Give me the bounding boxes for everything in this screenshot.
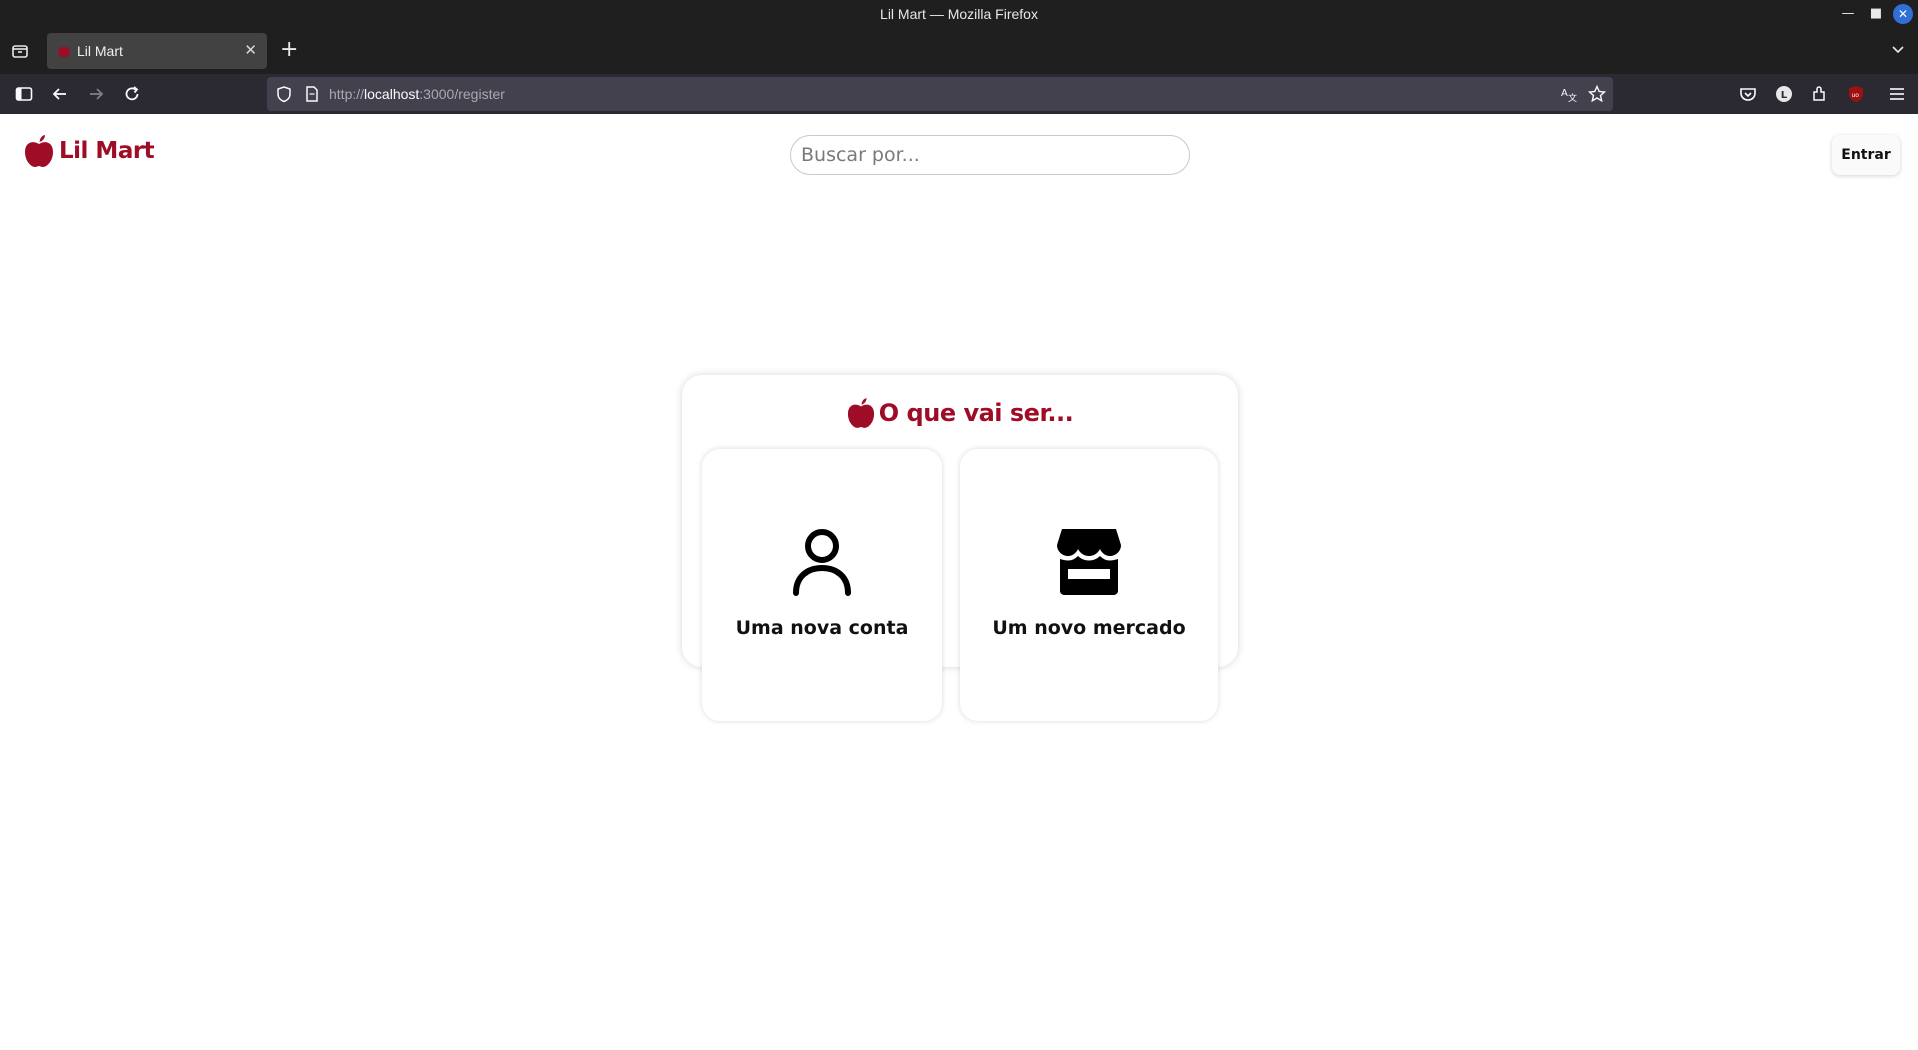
brand-name: Lil Mart <box>59 138 155 164</box>
apple-favicon-icon <box>58 46 70 58</box>
account-icon[interactable]: L <box>1774 84 1794 104</box>
tab-title: Lil Mart <box>77 43 123 59</box>
apple-icon <box>25 135 53 167</box>
url-prefix: http:// <box>329 86 365 102</box>
bookmark-star-icon[interactable] <box>1588 85 1606 103</box>
tab-strip: Lil Mart ✕ + <box>0 28 1918 74</box>
page-info-icon[interactable] <box>303 85 321 103</box>
maximize-button[interactable]: ■ <box>1866 4 1886 24</box>
back-arrow-icon[interactable] <box>50 84 70 104</box>
ublock-icon[interactable]: uo <box>1846 84 1866 104</box>
page-content: Lil Mart Entrar O que vai ser... Uma nov… <box>0 114 1918 1050</box>
new-account-label: Uma nova conta <box>735 617 909 639</box>
tab-list-icon[interactable] <box>10 41 30 61</box>
search-input[interactable] <box>790 135 1190 175</box>
shield-icon[interactable] <box>275 85 293 103</box>
chevron-down-icon[interactable] <box>1890 42 1906 58</box>
forward-arrow-icon[interactable] <box>86 84 106 104</box>
minimize-button[interactable]: — <box>1838 4 1858 24</box>
svg-text:A: A <box>1561 88 1568 99</box>
user-icon <box>793 529 851 596</box>
url-host: localhost <box>364 86 420 102</box>
register-card: O que vai ser... Uma nova conta Um novo … <box>682 375 1238 721</box>
address-bar[interactable]: http://localhost:3000/register A 文 <box>267 77 1613 111</box>
new-tab-button[interactable]: + <box>280 38 298 62</box>
login-button[interactable]: Entrar <box>1832 135 1900 175</box>
pocket-icon[interactable] <box>1738 84 1758 104</box>
reload-icon[interactable] <box>122 84 142 104</box>
menu-icon[interactable] <box>1887 84 1907 104</box>
close-window-button[interactable]: ✕ <box>1893 4 1913 24</box>
url-path: :3000/register <box>419 86 505 102</box>
brand-logo[interactable]: Lil Mart <box>24 134 155 168</box>
window-title: Lil Mart — Mozilla Firefox <box>880 6 1038 22</box>
sidebar-icon[interactable] <box>14 84 34 104</box>
new-market-label: Um novo mercado <box>992 617 1186 639</box>
svg-text:uo: uo <box>1852 92 1860 99</box>
new-market-option[interactable]: Um novo mercado <box>960 449 1218 721</box>
register-heading: O que vai ser... <box>682 397 1238 429</box>
extensions-icon[interactable] <box>1810 84 1830 104</box>
svg-text:L: L <box>1781 90 1788 101</box>
svg-text:文: 文 <box>1568 92 1577 103</box>
url-text[interactable]: http://localhost:3000/register <box>329 86 505 102</box>
browser-tab[interactable]: Lil Mart ✕ <box>47 33 267 69</box>
translate-icon[interactable]: A 文 <box>1560 85 1578 103</box>
register-heading-text: O que vai ser... <box>878 399 1074 427</box>
store-icon <box>1057 529 1121 595</box>
new-account-option[interactable]: Uma nova conta <box>702 449 942 721</box>
window-titlebar: Lil Mart — Mozilla Firefox — ■ ✕ <box>0 0 1918 28</box>
apple-icon <box>847 398 874 428</box>
navigation-toolbar: http://localhost:3000/register A 文 L uo <box>0 74 1918 114</box>
close-tab-icon[interactable]: ✕ <box>244 41 257 59</box>
